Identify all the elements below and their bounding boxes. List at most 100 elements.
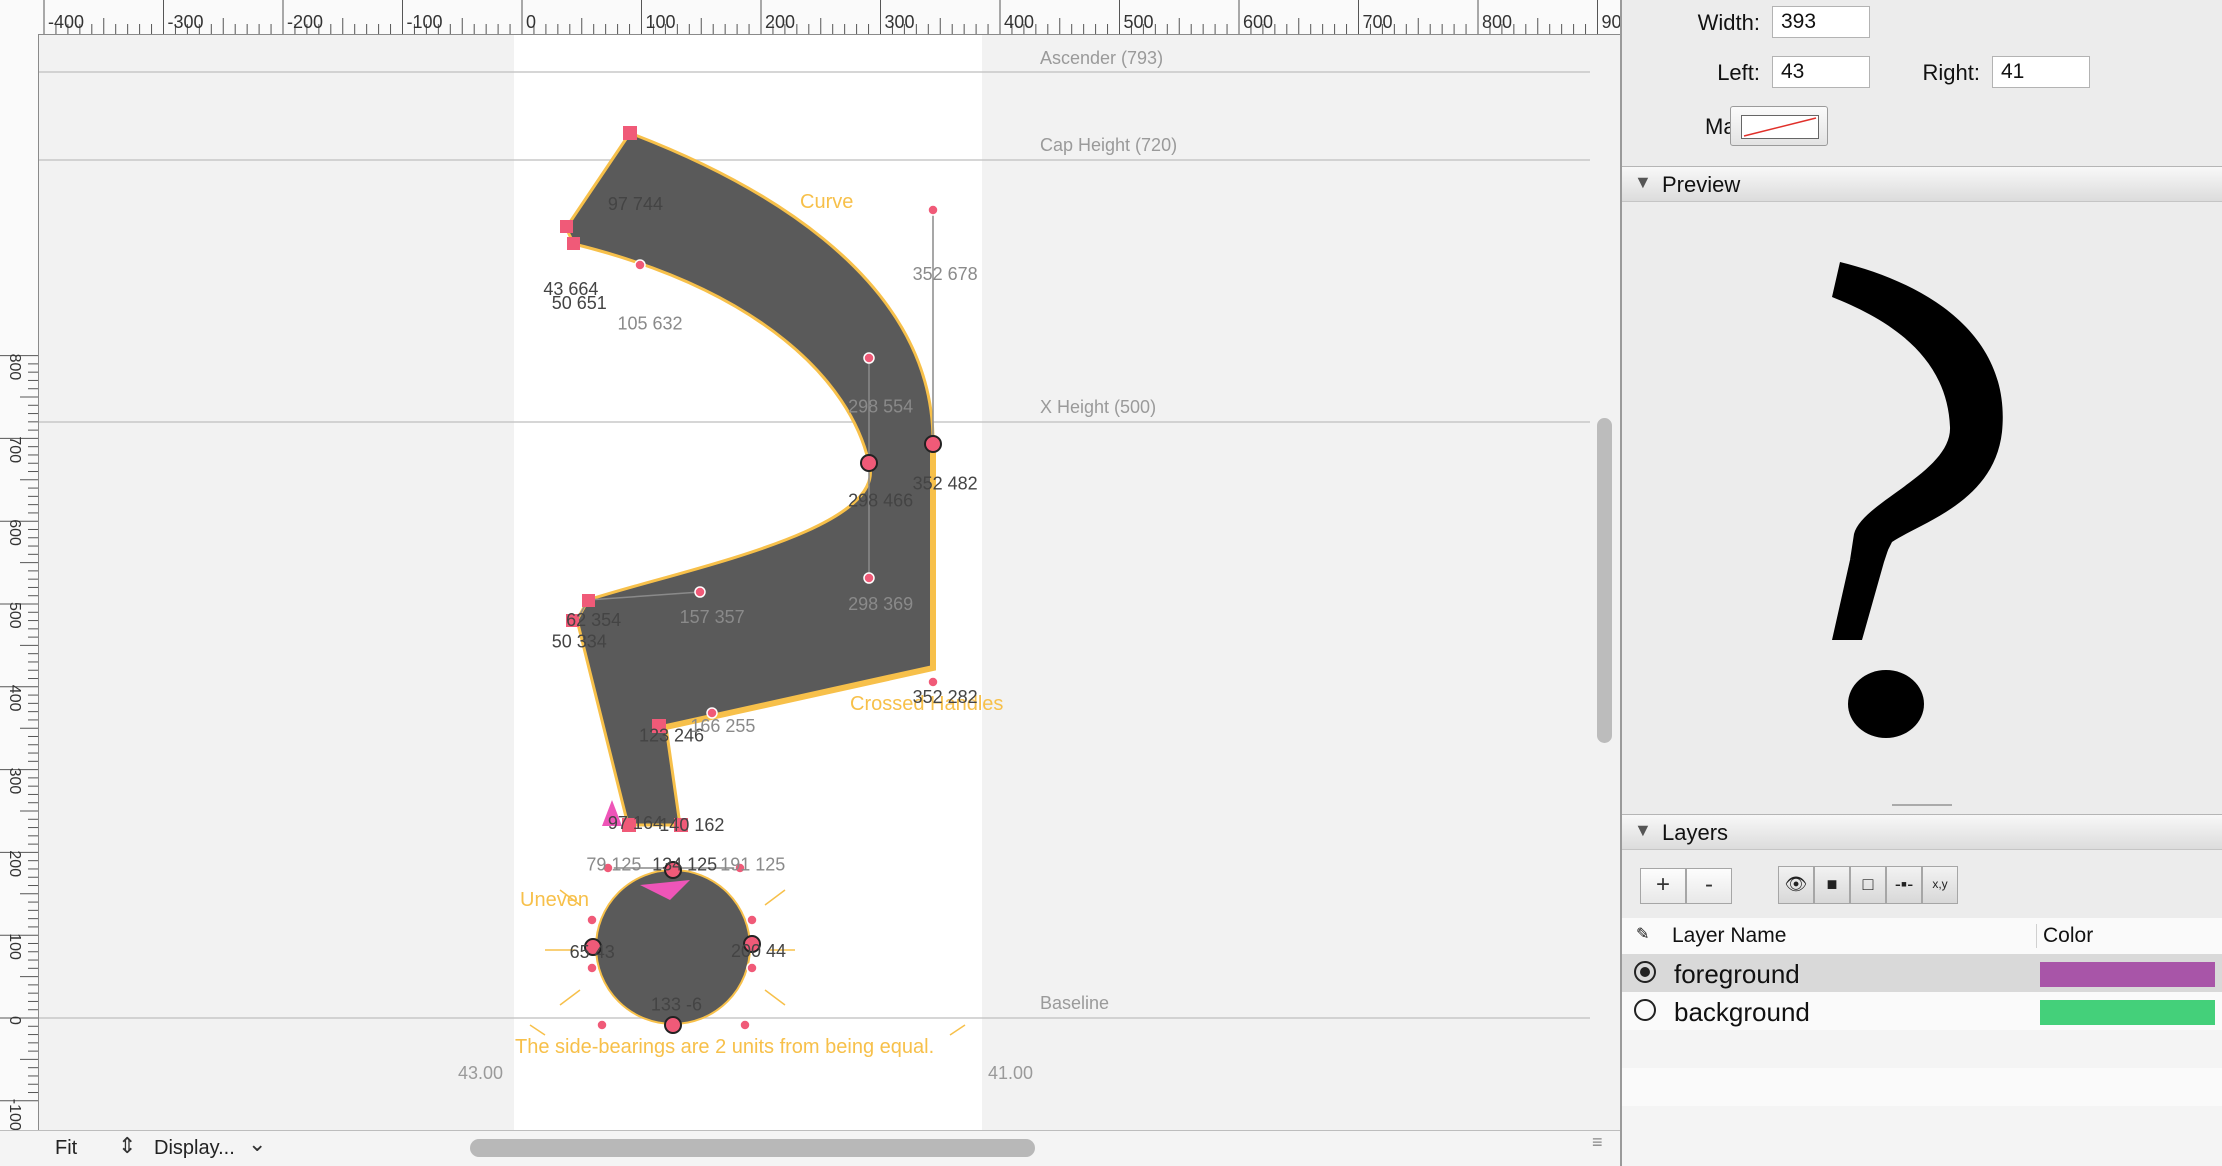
horizontal-scrollbar[interactable] [470,1139,1035,1157]
handle-point[interactable] [863,572,875,584]
handle-point[interactable] [927,676,939,688]
layer-row-foreground[interactable]: foreground [1622,954,2222,992]
curve-annotation: Curve [800,191,853,213]
display-menu[interactable]: Display... [154,1137,235,1160]
preview-resize-handle[interactable] [1892,804,1952,806]
point-coordinate-label: 97 744 [608,194,663,214]
layers-section-header[interactable]: ▼ Layers [1622,814,2222,850]
ruler-label: 300 [6,768,23,795]
corner-point[interactable] [582,594,595,607]
ruler-label: 200 [6,850,23,877]
empty-row [1622,1068,2222,1106]
disclosure-triangle-icon[interactable]: ▼ [1634,172,1652,193]
points-toggle-icon[interactable]: -▪- [1886,866,1922,904]
handle-point[interactable] [863,352,875,364]
vertical-ruler: 800 700 600 500 400 300 200 100 0 -100 [0,34,39,1131]
ruler-label: 600 [1243,12,1273,32]
visibility-eye-icon[interactable]: 👁 [1778,866,1814,904]
smooth-point[interactable] [860,454,878,472]
layer-name-column-header[interactable]: Layer Name [1672,924,1786,948]
coordinates-toggle-icon[interactable]: x,y [1922,866,1958,904]
x-height-label: X Height (500) [1040,397,1156,417]
ruler-label: 100 [6,933,23,960]
right-sidebearing-label: Right: [1922,60,1980,85]
no-color-slash-icon [1743,117,1817,137]
handle-point[interactable] [746,962,758,974]
handle-point[interactable] [634,259,646,271]
right-sidebearing-field[interactable] [1992,56,2090,88]
point-coordinate-label: 298 369 [848,594,913,614]
vertical-scrollbar[interactable] [1597,418,1612,743]
sidebearing-warning: The side-bearings are 2 units from being… [515,1036,934,1058]
resize-grip-icon[interactable]: ≡ [1592,1133,1610,1151]
left-sidebearing-label: Left: [1717,60,1760,85]
preview-stem-shape [1832,550,1888,640]
preview-title: Preview [1662,172,1741,197]
handle-point[interactable] [927,204,939,216]
mark-color-swatch [1741,115,1819,139]
zoom-stepper-icon[interactable]: ⇕ [118,1133,136,1159]
point-coordinate-label: 62 354 [566,610,621,630]
ruler-label: 400 [6,685,23,712]
point-coordinate-label: 352 482 [913,473,978,493]
pencil-icon: ✎ [1636,926,1650,943]
active-layer-radio[interactable] [1634,999,1656,1021]
point-coordinate-label: 191 125 [720,855,785,875]
baseline-label: Baseline [1040,993,1109,1013]
point-coordinate-label: 157 357 [680,607,745,627]
add-layer-button[interactable]: + [1640,868,1686,904]
point-coordinate-label: 133 -6 [651,994,702,1014]
ruler-label: 200 [765,12,795,32]
ruler-label: 500 [1124,12,1154,32]
remove-layer-button[interactable]: - [1686,868,1732,904]
handle-point[interactable] [746,914,758,926]
handle-point[interactable] [694,586,706,598]
filled-preview-icon[interactable]: ■ [1814,866,1850,904]
layers-title: Layers [1662,820,1729,845]
smooth-point[interactable] [924,435,942,453]
point-coordinate-label: 166 255 [690,716,755,736]
point-coordinate-label: 134 125 [652,855,717,875]
mark-color-button[interactable] [1730,106,1828,146]
zoom-select[interactable]: Fit [55,1137,77,1160]
handle-point[interactable] [586,914,598,926]
corner-point[interactable] [560,220,573,233]
smooth-point[interactable] [664,1016,682,1034]
empty-row [1622,1106,2222,1166]
active-layer-radio[interactable] [1634,961,1656,983]
right-sidebearing-value: 41.00 [988,1063,1033,1083]
color-column-header[interactable]: Color [2036,924,2093,948]
point-coordinate-label: 65 43 [570,942,615,962]
point-coordinate-label: 352 678 [913,264,978,284]
layer-color-swatch[interactable] [2040,962,2215,987]
glyph-editor: -400 -300 -200 -100 0 100 200 300 400 500 600 700 80… [0,0,1622,1166]
horizontal-ruler-ticks: -400 -300 -200 -100 0 100 200 300 400 500 600 700 80… [43,0,1622,34]
left-sidebearing-field[interactable] [1772,56,1870,88]
layer-row-background[interactable]: background [1622,992,2222,1030]
ruler-label: -100 [6,1099,23,1130]
ruler-label: 100 [646,12,676,32]
preview-area [1622,202,2222,810]
point-coordinate-label: 352 282 [913,687,978,707]
preview-glyph [1832,262,2003,738]
editor-bottom-bar: Fit ⇕ Display... ⌄ ≡ [0,1130,1622,1166]
disclosure-triangle-icon[interactable]: ▼ [1634,820,1652,841]
corner-point[interactable] [567,237,580,250]
point-coordinate-label: 97 164 [608,813,663,833]
outline-preview-icon[interactable]: □ [1850,866,1886,904]
preview-hook-shape [1832,262,2003,560]
point-coordinate-label: 79 125 [586,855,641,875]
empty-row [1622,1030,2222,1068]
ascender-label: Ascender (793) [1040,48,1163,68]
layer-color-swatch[interactable] [2040,1000,2215,1025]
handle-point[interactable] [739,1019,751,1031]
width-field[interactable] [1772,6,1870,38]
handle-point[interactable] [586,962,598,974]
cap-height-label: Cap Height (720) [1040,135,1177,155]
corner-point[interactable] [623,126,637,140]
chevron-down-icon[interactable]: ⌄ [248,1131,266,1157]
handle-point[interactable] [596,1019,608,1031]
preview-section-header[interactable]: ▼ Preview [1622,166,2222,202]
glyph-canvas[interactable]: Ascender (793) Cap Height (720) X Height… [39,35,1599,1130]
point-coordinate-label: 105 632 [617,313,682,333]
